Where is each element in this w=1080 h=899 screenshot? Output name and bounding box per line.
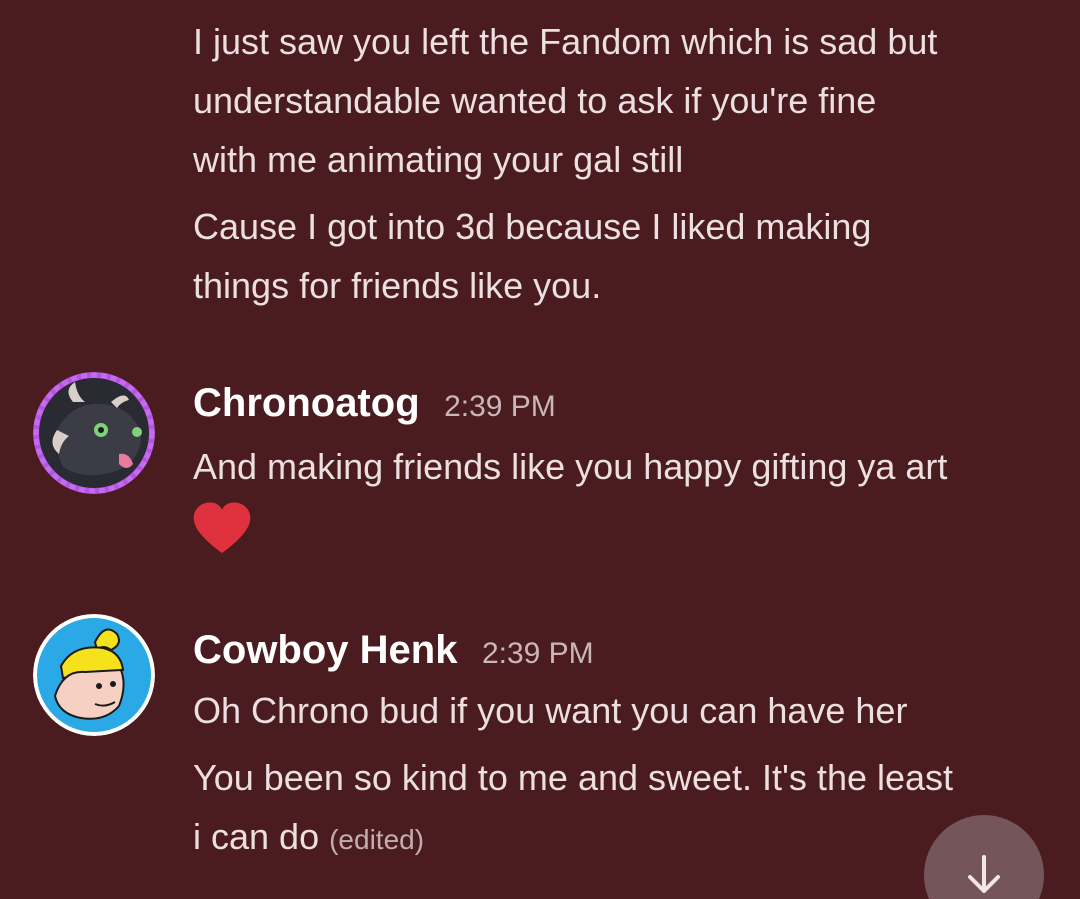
timestamp: 2:39 PM: [481, 637, 594, 670]
avatar-chronoatog[interactable]: [33, 372, 155, 494]
message-text: understandable wanted to ask if you're f…: [193, 80, 877, 121]
avatar-cowboy-henk[interactable]: [33, 614, 155, 736]
message-text: And making friends like you happy giftin…: [193, 446, 948, 487]
jump-to-bottom-button[interactable]: [924, 815, 1044, 899]
edited-label: (edited): [329, 824, 425, 855]
chat-message-list: I just saw you left the Fandom which is …: [0, 0, 1080, 899]
message-text: Oh Chrono bud if you want you can have h…: [193, 690, 908, 731]
message-text: I just saw you left the Fandom which is …: [193, 21, 938, 62]
username[interactable]: Cowboy Henk: [193, 628, 457, 672]
message-text: Cause I got into 3d because I liked maki…: [193, 206, 872, 247]
message-text: i can do (edited): [193, 817, 424, 860]
timestamp: 2:39 PM: [444, 390, 556, 423]
cartoon-face-avatar-icon: [33, 614, 155, 736]
message-header: Cowboy Henk 2:39 PM: [193, 628, 594, 673]
dragon-avatar-icon: [33, 372, 155, 494]
message-text-part: i can do: [193, 816, 320, 857]
message-text: You been so kind to me and sweet. It's t…: [193, 757, 954, 798]
heart-emoji-icon: [190, 495, 254, 559]
message-text: things for friends like you.: [193, 265, 602, 306]
username[interactable]: Chronoatog: [193, 381, 420, 425]
message-header: Chronoatog 2:39 PM: [193, 381, 556, 426]
message-text: with me animating your gal still: [193, 139, 684, 180]
arrow-down-icon: [968, 855, 1000, 893]
